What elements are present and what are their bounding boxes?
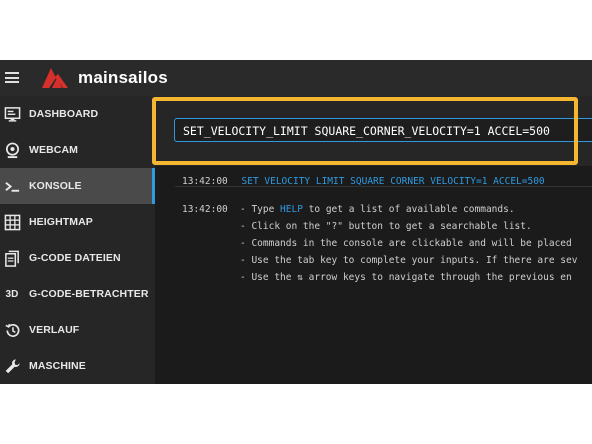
files-icon [3, 249, 21, 267]
sidebar-item-label: HEIGHTMAP [29, 216, 93, 228]
sidebar-item-label: G-CODE-BETRACHTER [29, 288, 149, 300]
webcam-icon [3, 141, 21, 159]
help-text: - Type [240, 204, 281, 215]
help-line: - Commands in the console are clickable … [240, 238, 572, 249]
sidebar-item-label: DASHBOARD [29, 108, 99, 120]
sidebar-item-dashboard[interactable]: DASHBOARD [0, 96, 155, 132]
sidebar-item-label: KONSOLE [29, 180, 82, 192]
help-command-link[interactable]: HELP [280, 204, 303, 215]
3d-icon: 3D [5, 288, 19, 300]
help-line: - Type HELP to get a list of available c… [240, 204, 515, 215]
sidebar-item-webcam[interactable]: WEBCAM [0, 132, 155, 168]
help-line: - Use the tab key to complete your input… [240, 255, 578, 266]
console-log: 13:42:00 SET_VELOCITY_LIMIT SQUARE_CORNE… [155, 166, 592, 384]
sidebar-item-gcode-betrachter[interactable]: 3D G-CODE-BETRACHTER [0, 276, 155, 312]
sidebar-item-konsole[interactable]: KONSOLE [0, 168, 155, 204]
help-line: - Click on the "?" button to get a searc… [240, 221, 532, 232]
dashboard-icon [3, 105, 21, 123]
sidebar-item-maschine[interactable]: MASCHINE [0, 348, 155, 384]
grid-icon [3, 213, 21, 231]
sidebar-item-label: VERLAUF [29, 324, 80, 336]
log-divider [175, 186, 592, 187]
sidebar-item-label: WEBCAM [29, 144, 79, 156]
sidebar-item-heightmap[interactable]: HEIGHTMAP [0, 204, 155, 240]
menu-icon[interactable] [5, 72, 19, 83]
top-bar: mainsailos [0, 60, 592, 96]
help-text: to get a list of available commands. [302, 204, 515, 215]
mainsail-logo [42, 68, 68, 88]
wrench-icon [3, 357, 21, 375]
app-title: mainsailos [78, 68, 168, 87]
sidebar-item-label: G-CODE DATEIEN [29, 252, 121, 264]
sidebar: DASHBOARD WEBCAM KONSOLE HEIGHTMAP G-COD… [0, 96, 155, 384]
console-icon [3, 177, 21, 195]
help-line: - Use the ⇅ arrow keys to navigate throu… [240, 272, 572, 283]
log-entry: 13:42:00 [182, 204, 228, 215]
log-timestamp: 13:42:00 [182, 204, 228, 215]
sidebar-item-label: MASCHINE [29, 360, 86, 372]
history-icon [3, 321, 21, 339]
sidebar-item-verlauf[interactable]: VERLAUF [0, 312, 155, 348]
sidebar-item-gcode-dateien[interactable]: G-CODE DATEIEN [0, 240, 155, 276]
highlight-annotation-box [152, 97, 578, 165]
